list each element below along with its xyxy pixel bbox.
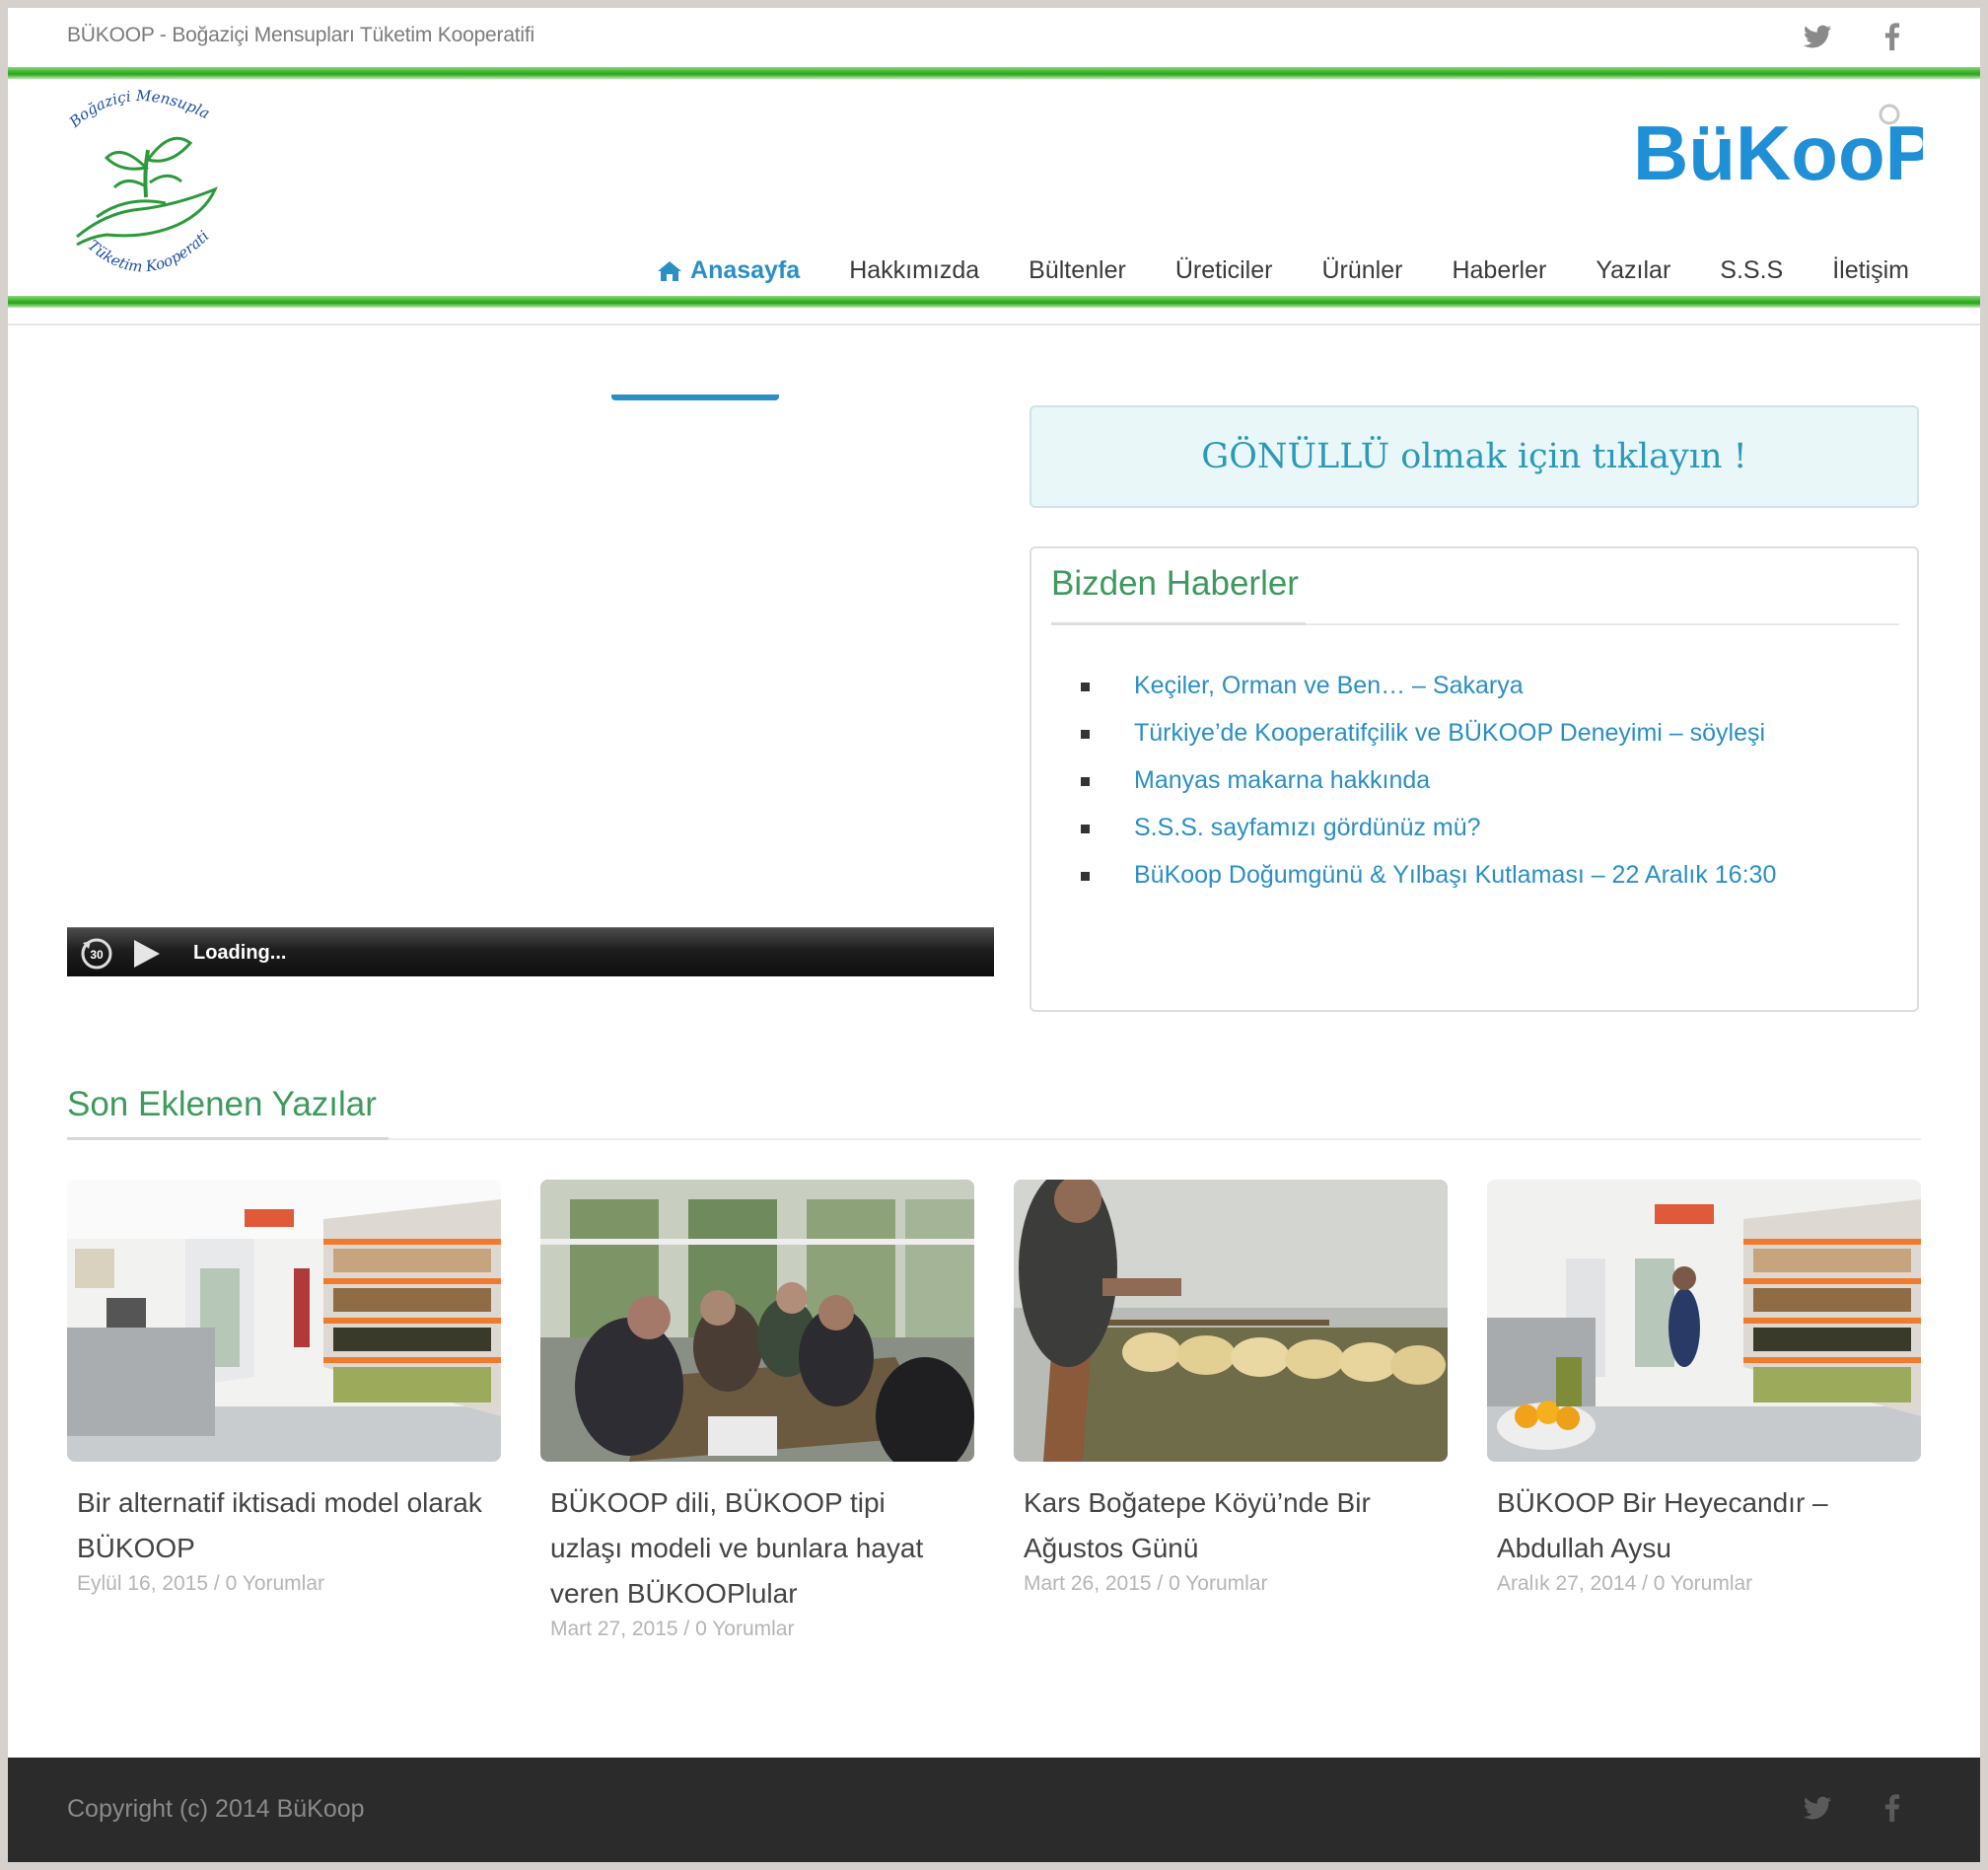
cooperative-logo[interactable]: Boğaziçi Mensupları Tüketim Kooperatifi <box>67 89 225 296</box>
slider-tab-indicator[interactable] <box>611 395 779 400</box>
post-title[interactable]: BÜKOOP dili, BÜKOOP tipi uzlaşı modeli v… <box>550 1480 964 1617</box>
green-divider-bottom <box>8 296 1980 308</box>
news-link[interactable]: BüKoop Doğumgünü & Yılbaşı Kutlaması – 2… <box>1081 856 1776 903</box>
copyright-text: Copyright (c) 2014 BüKoop <box>67 1795 365 1823</box>
post-thumbnail[interactable] <box>1487 1180 1921 1462</box>
post-card[interactable]: BÜKOOP dili, BÜKOOP tipi uzlaşı modeli v… <box>540 1180 974 1642</box>
post-card[interactable]: Kars Boğatepe Köyü’nde Bir Ağustos Günü … <box>1014 1170 1448 1642</box>
nav-item-sss[interactable]: S.S.S <box>1720 256 1783 285</box>
post-card[interactable]: Bir alternatif iktisadi model olarak BÜK… <box>67 1180 501 1642</box>
volunteer-label: GÖNÜLLÜ olmak için tıklayın ! <box>1201 437 1747 476</box>
post-meta: Eylül 16, 2015 / 0 Yorumlar <box>77 1572 324 1595</box>
nav-item-bultenler[interactable]: Bültenler <box>1029 256 1126 285</box>
rewind-30-icon[interactable]: 30 <box>79 935 114 971</box>
footer-social-links <box>1801 1791 1909 1825</box>
audio-player: 30 Loading... <box>67 927 994 976</box>
recent-posts-grid: Bir alternatif iktisadi model olarak BÜK… <box>67 1170 1921 1642</box>
nav-item-anasayfa[interactable]: Anasayfa <box>657 256 800 285</box>
post-meta: Mart 27, 2015 / 0 Yorumlar <box>550 1618 795 1640</box>
news-link[interactable]: S.S.S. sayfamızı gördünüz mü? <box>1081 809 1776 856</box>
divider-accent <box>1051 622 1306 625</box>
svg-text:BüKooP: BüKooP <box>1633 109 1923 196</box>
nav-item-iletisim[interactable]: İletişim <box>1832 256 1909 285</box>
news-widget-title: Bizden Haberler <box>1051 564 1299 603</box>
news-list: Keçiler, Orman ve Ben… – Sakarya Türkiye… <box>1081 667 1776 903</box>
facebook-icon[interactable] <box>1876 20 1909 53</box>
green-divider-top <box>8 67 1980 79</box>
post-thumbnail[interactable] <box>540 1180 974 1475</box>
play-icon[interactable] <box>130 938 162 970</box>
nav-item-hakkimizda[interactable]: Hakkımızda <box>849 256 979 285</box>
top-social-links <box>1801 20 1909 53</box>
nav-item-urunler[interactable]: Ürünler <box>1321 256 1402 285</box>
player-status: Loading... <box>193 942 287 964</box>
news-link[interactable]: Manyas makarna hakkında <box>1081 761 1776 809</box>
site-title: BÜKOOP - Boğaziçi Mensupları Tüketim Koo… <box>67 24 534 46</box>
header-separator <box>8 324 1980 325</box>
nav-item-ureticiler[interactable]: Üreticiler <box>1175 256 1273 285</box>
nav-item-yazilar[interactable]: Yazılar <box>1596 256 1670 285</box>
svg-text:Boğaziçi Mensupları: Boğaziçi Mensupları <box>67 89 213 131</box>
post-card[interactable]: BÜKOOP Bir Heyecandır – Abdullah Aysu Ar… <box>1487 1180 1921 1642</box>
post-title[interactable]: Kars Boğatepe Köyü’nde Bir Ağustos Günü <box>1024 1480 1438 1571</box>
post-meta: Aralık 27, 2014 / 0 Yorumlar <box>1497 1572 1753 1595</box>
nav-item-haberler[interactable]: Haberler <box>1452 256 1546 285</box>
top-bar: BÜKOOP - Boğaziçi Mensupları Tüketim Koo… <box>8 8 1980 71</box>
news-link[interactable]: Türkiye’de Kooperatifçilik ve BÜKOOP Den… <box>1081 714 1776 761</box>
page-frame: BÜKOOP - Boğaziçi Mensupları Tüketim Koo… <box>8 8 1980 1862</box>
bukoop-brand-logo[interactable]: BüKooP <box>1627 103 1923 201</box>
post-thumbnail[interactable] <box>67 1180 501 1462</box>
post-title[interactable]: BÜKOOP Bir Heyecandır – Abdullah Aysu <box>1497 1480 1911 1571</box>
footer: Copyright (c) 2014 BüKoop <box>8 1758 1980 1862</box>
home-icon <box>658 260 682 281</box>
facebook-icon[interactable] <box>1876 1791 1909 1825</box>
post-meta: Mart 26, 2015 / 0 Yorumlar <box>1024 1572 1268 1595</box>
post-title[interactable]: Bir alternatif iktisadi model olarak BÜK… <box>77 1480 491 1571</box>
volunteer-button[interactable]: GÖNÜLLÜ olmak için tıklayın ! <box>1030 405 1919 508</box>
post-thumbnail[interactable] <box>1014 1170 1448 1462</box>
svg-text:30: 30 <box>90 948 104 962</box>
recent-posts-title: Son Eklenen Yazılar <box>67 1085 377 1123</box>
twitter-icon[interactable] <box>1801 20 1834 53</box>
nav-item-label: Anasayfa <box>690 256 801 284</box>
divider-accent <box>67 1137 389 1140</box>
main-navigation: Anasayfa Hakkımızda Bültenler Üreticiler… <box>607 256 1909 285</box>
twitter-icon[interactable] <box>1801 1791 1834 1825</box>
news-link[interactable]: Keçiler, Orman ve Ben… – Sakarya <box>1081 667 1776 714</box>
news-widget: Bizden Haberler Keçiler, Orman ve Ben… –… <box>1030 546 1919 1012</box>
